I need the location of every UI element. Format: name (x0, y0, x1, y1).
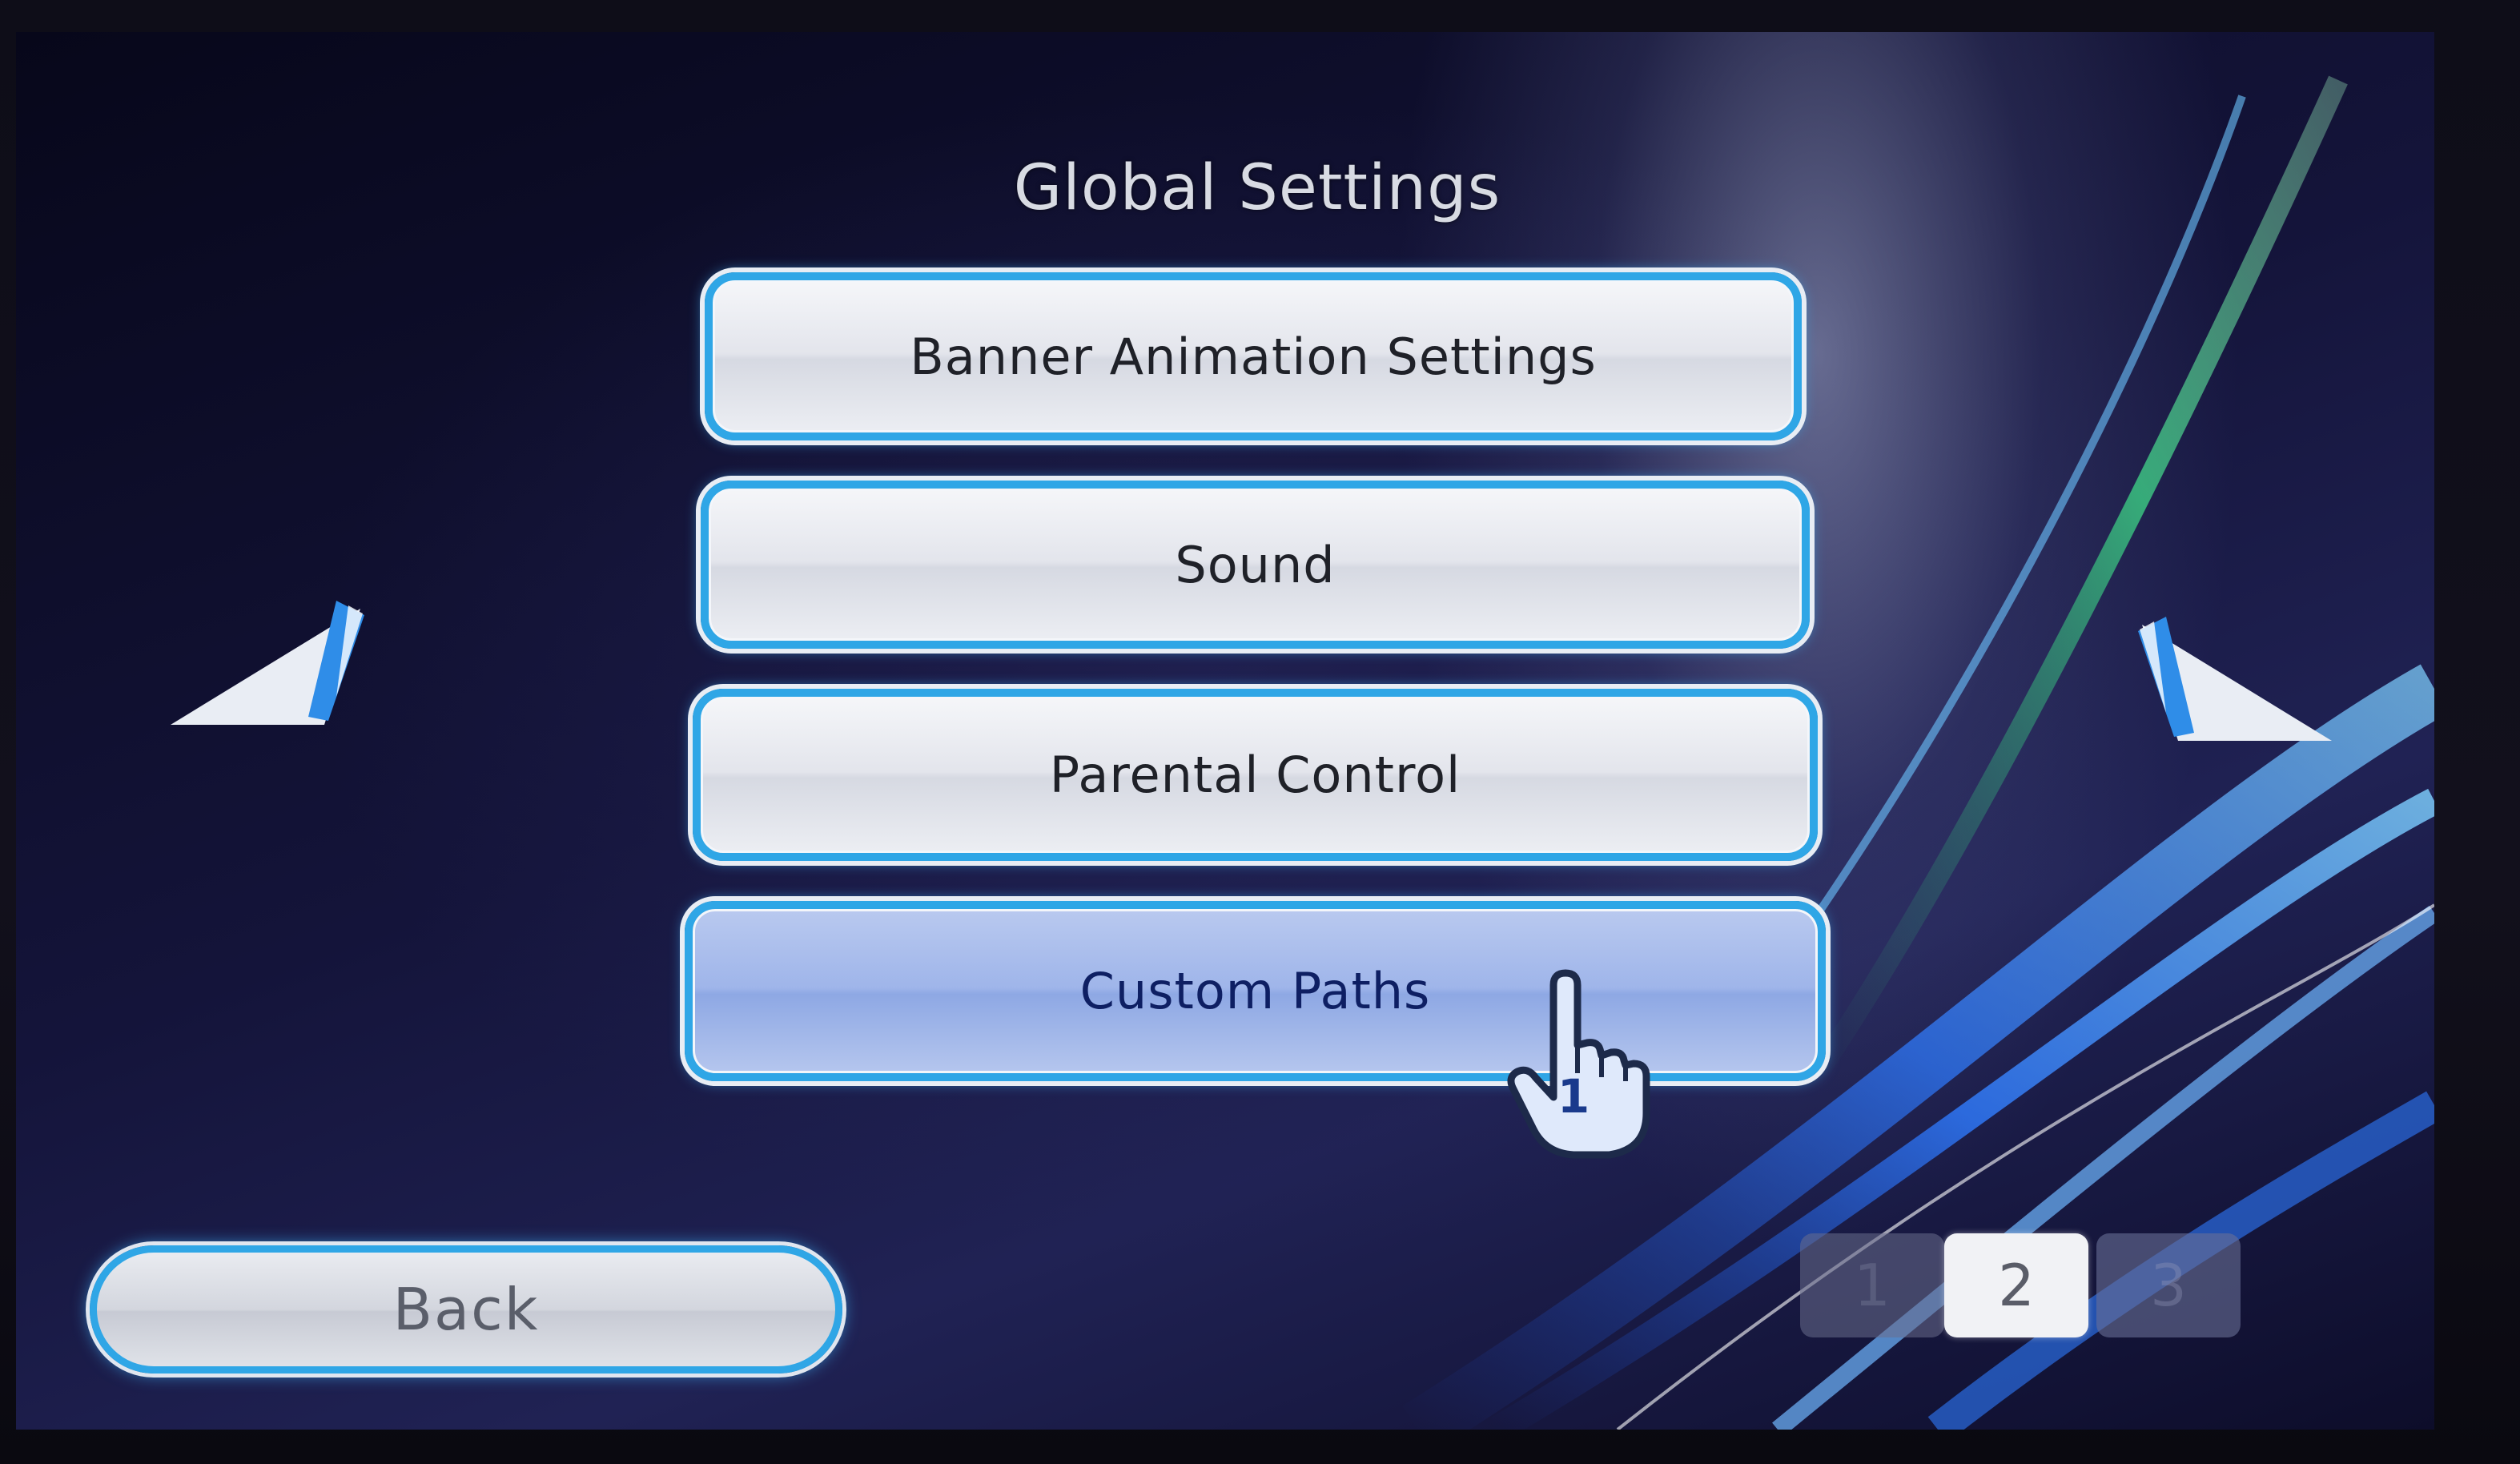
page-number-label: 3 (2150, 1252, 2187, 1319)
page-title: Global Settings (1013, 152, 1501, 224)
sound-button[interactable]: Sound (701, 481, 1810, 649)
back-label: Back (392, 1276, 540, 1343)
sound-label: Sound (1175, 535, 1336, 594)
page-number-label: 1 (1854, 1252, 1891, 1319)
arrow-left-icon[interactable] (164, 577, 372, 729)
cursor-player-number: 1 (1557, 1069, 1590, 1124)
page-indicator-2-current[interactable]: 2 (1944, 1233, 2088, 1337)
banner-animation-settings-button[interactable]: Banner Animation Settings (705, 272, 1802, 440)
arrow-right-icon[interactable] (2130, 593, 2338, 745)
back-button[interactable]: Back (90, 1245, 842, 1374)
hand-pointer-icon (1507, 969, 1650, 1159)
page-number-label: 2 (1998, 1252, 2035, 1319)
page-indicator-3[interactable]: 3 (2096, 1233, 2241, 1337)
custom-paths-label: Custom Paths (1079, 962, 1431, 1020)
wii-settings-screen: Global Settings Banner Animation Setting… (16, 32, 2434, 1430)
page-indicator-1[interactable]: 1 (1800, 1233, 1944, 1337)
banner-animation-settings-label: Banner Animation Settings (910, 327, 1597, 386)
parental-control-button[interactable]: Parental Control (693, 689, 1818, 861)
parental-control-label: Parental Control (1049, 746, 1461, 804)
